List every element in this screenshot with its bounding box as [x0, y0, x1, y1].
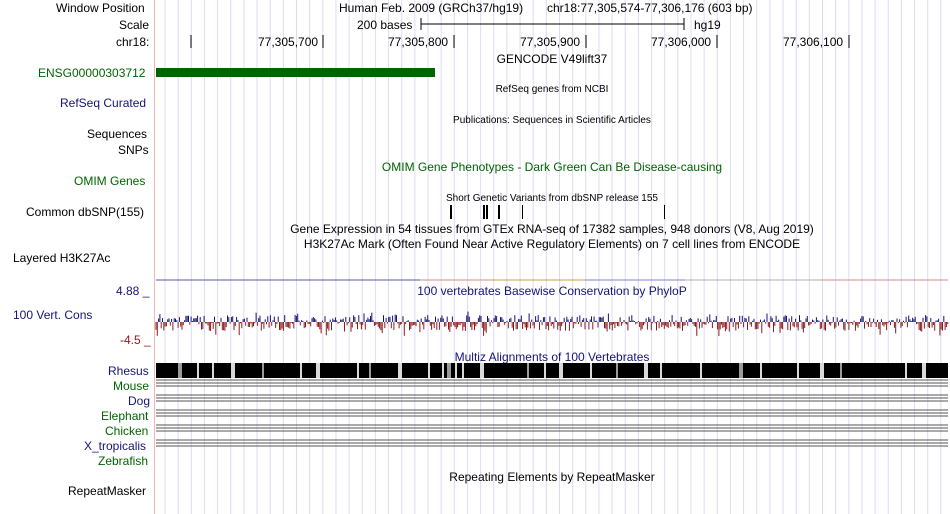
chrom-label: chr18:	[116, 35, 150, 49]
scale-db-label: hg19	[694, 18, 721, 32]
multiz-gap	[178, 363, 182, 378]
conservation-max-label: 4.88 _	[116, 284, 150, 298]
window-position-label: Window Position	[56, 1, 145, 15]
multiz-gap	[462, 363, 464, 378]
multiz-gap	[428, 363, 430, 378]
multiz-gap	[369, 363, 371, 378]
multiz-gap	[447, 363, 451, 378]
multiz-gap	[760, 363, 762, 378]
genome-browser-image[interactable]: Window Position Human Feb. 2009 (GRCh37/…	[0, 0, 950, 514]
omim-track-title: OMIM Gene Phenotypes - Dark Green Can Be…	[381, 160, 723, 174]
multiz-gap	[616, 363, 618, 378]
multiz-gap	[300, 363, 302, 378]
multiz-species-label-dog[interactable]: Dog	[128, 394, 150, 408]
multiz-species-label-mouse[interactable]: Mouse	[113, 379, 149, 393]
snp-mark	[522, 205, 523, 219]
multiz-gap	[644, 363, 648, 378]
multiz-species-label-rhesus[interactable]: Rhesus	[108, 364, 149, 378]
snp-mark	[498, 205, 500, 219]
h3k27ac-track-title: H3K27Ac Mark (Often Found Near Active Re…	[303, 237, 801, 251]
refseq-track-title: RefSeq genes from NCBI	[495, 84, 609, 95]
multiz-gap	[590, 363, 592, 378]
multiz-gap	[559, 363, 563, 378]
snp-mark	[664, 205, 665, 219]
gencode-track-title: GENCODE V49lift37	[496, 52, 608, 66]
ruler-tick-label: 77,306,100	[783, 35, 844, 49]
ruler-tick-label: 77,305,800	[388, 35, 449, 49]
multiz-gap	[840, 363, 842, 378]
omim-track-label[interactable]: OMIM Genes	[74, 174, 145, 188]
repeatmasker-track-label[interactable]: RepeatMasker	[68, 484, 146, 498]
scale-text: 200 bases	[357, 18, 413, 32]
multiz-gap	[212, 363, 214, 378]
snp-mark	[483, 205, 485, 219]
multiz-gap	[231, 363, 235, 378]
conservation-track-title: 100 vertebrates Basewise Conservation by…	[417, 284, 687, 298]
ruler-tick-label: 77,305,900	[520, 35, 581, 49]
publications-snps-label[interactable]: SNPs	[118, 143, 149, 157]
gtex-track-title: Gene Expression in 54 tissues from GTEx …	[290, 222, 814, 236]
multiz-gap	[527, 363, 529, 378]
multiz-gap	[660, 363, 662, 378]
multiz-gap	[357, 363, 359, 378]
multiz-gap	[480, 363, 484, 378]
multiz-gap	[262, 363, 264, 378]
multiz-gap	[455, 363, 457, 378]
multiz-gap	[922, 363, 926, 378]
assembly-text: Human Feb. 2009 (GRCh37/hg19)	[339, 1, 524, 15]
multiz-track-title: Multiz Alignments of 100 Vertebrates	[454, 350, 650, 364]
gencode-gene-feature[interactable]	[156, 68, 435, 77]
dbsnp-track-label[interactable]: Common dbSNP(155)	[26, 205, 144, 219]
multiz-gap	[739, 363, 743, 378]
multiz-species-label-zebrafish[interactable]: Zebrafish	[98, 454, 148, 468]
multiz-species-label-x-tropicalis[interactable]: X_tropicalis	[84, 439, 146, 453]
snp-mark	[450, 205, 452, 219]
multiz-species-label-elephant[interactable]: Elephant	[101, 409, 148, 423]
conservation-min-label: -4.5 _	[120, 333, 151, 347]
conservation-track-label[interactable]: 100 Vert. Cons	[13, 308, 92, 322]
multiz-gap	[820, 363, 824, 378]
position-text: chr18:77,305,574-77,306,176 (603 bp)	[547, 1, 753, 15]
publications-sequences-label[interactable]: Sequences	[87, 127, 147, 141]
dbsnp-track-title: Short Genetic Variants from dbSNP releas…	[446, 193, 658, 204]
multiz-gap	[316, 363, 320, 378]
ruler-tick-label: 77,306,000	[651, 35, 712, 49]
multiz-gap	[398, 363, 402, 378]
publications-track-title: Publications: Sequences in Scientific Ar…	[453, 115, 651, 126]
gencode-item-label[interactable]: ENSG00000303712	[38, 66, 145, 80]
h3k27ac-track-label[interactable]: Layered H3K27Ac	[13, 251, 110, 265]
ruler-tick-label: 77,305,700	[258, 35, 319, 49]
multiz-species-label-chicken[interactable]: Chicken	[105, 424, 148, 438]
scale-label: Scale	[119, 18, 150, 32]
multiz-gap	[442, 363, 444, 378]
multiz-gap	[797, 363, 799, 378]
snp-mark	[486, 205, 488, 219]
multiz-gap	[700, 363, 702, 378]
multiz-rhesus-block	[156, 363, 948, 378]
multiz-gap	[197, 363, 199, 378]
repeatmasker-track-title: Repeating Elements by RepeatMasker	[449, 470, 655, 484]
refseq-track-label[interactable]: RefSeq Curated	[60, 96, 146, 110]
multiz-gap	[544, 363, 546, 378]
label-area-divider	[154, 0, 155, 514]
multiz-gap	[905, 363, 907, 378]
